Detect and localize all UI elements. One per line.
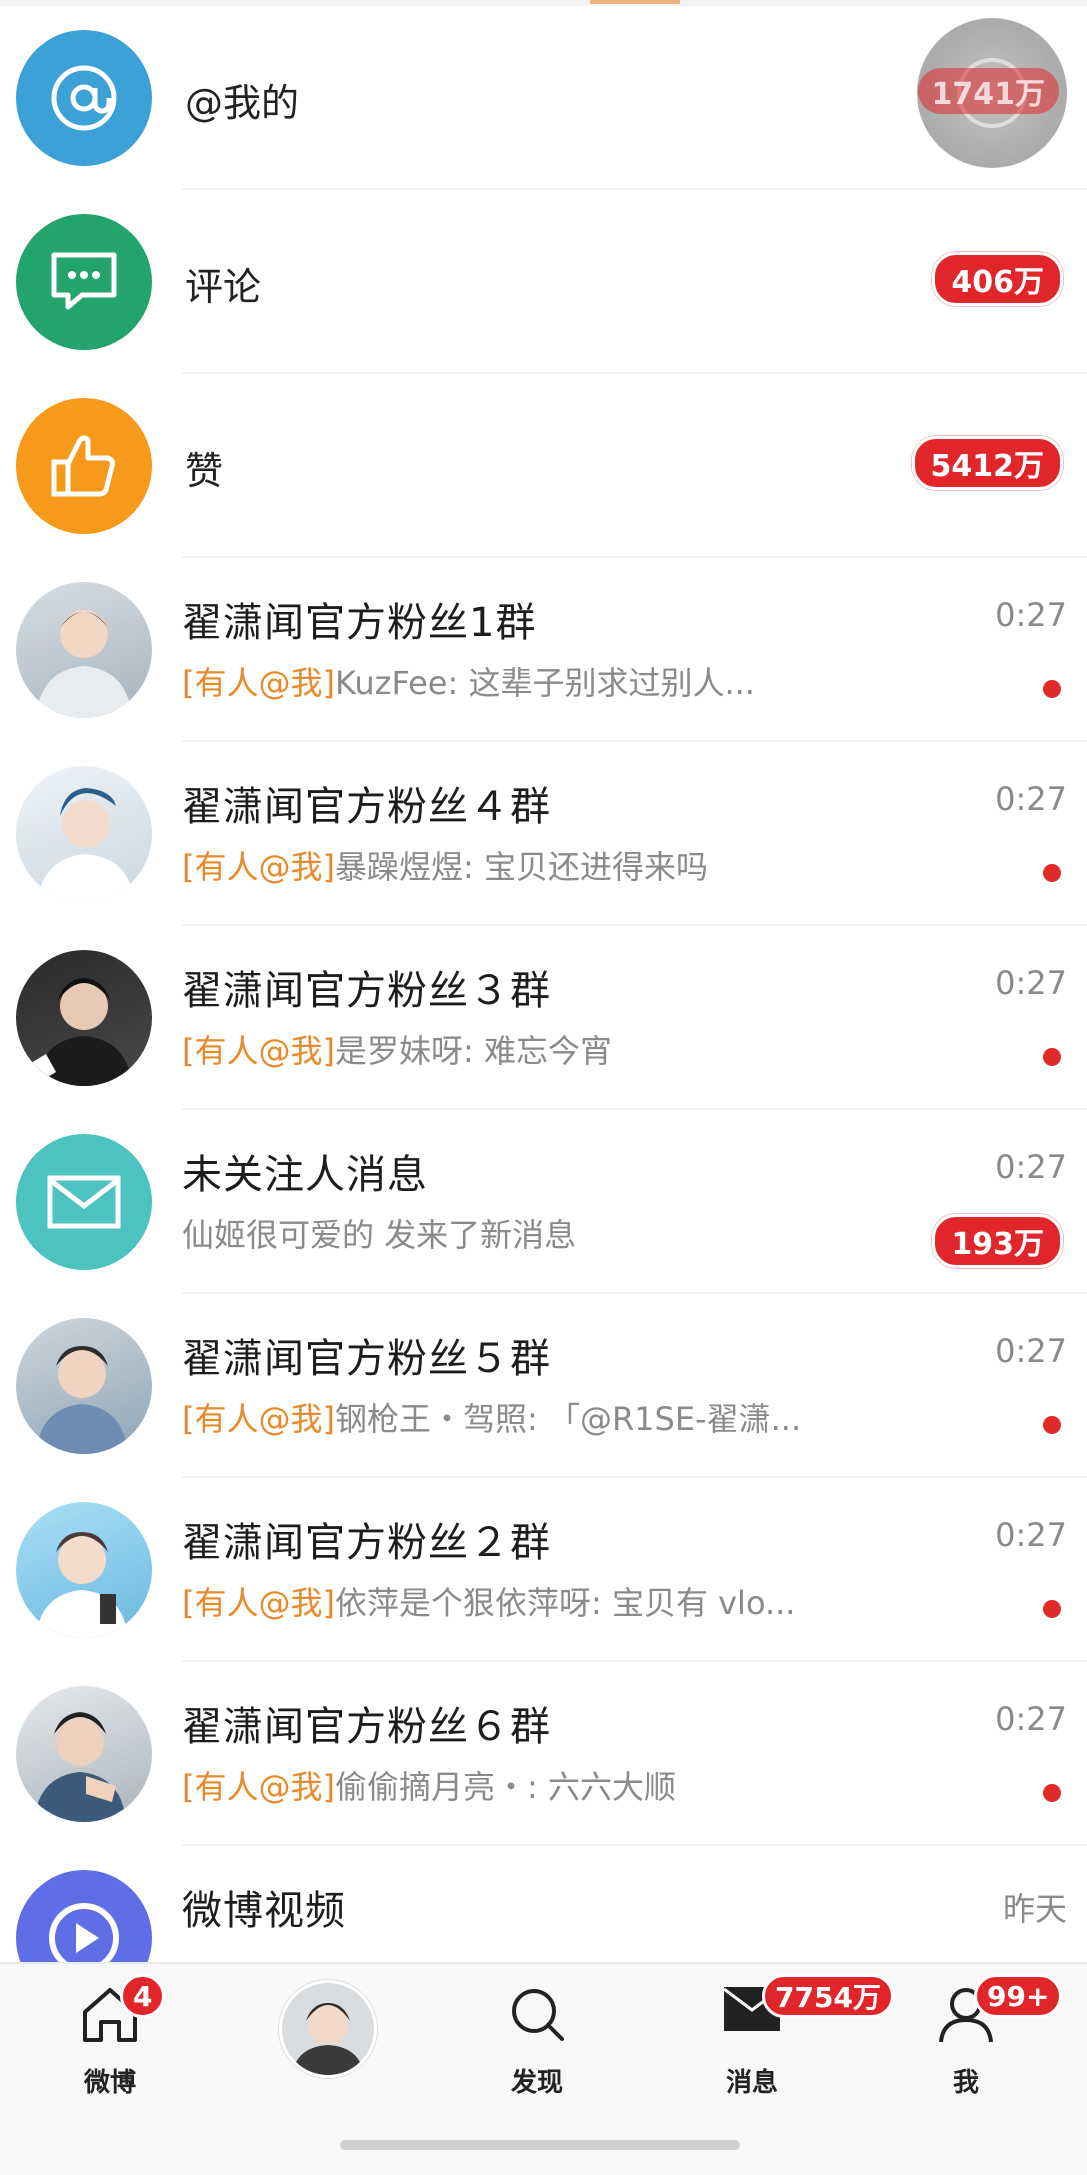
conversation-title: 翟潇闻官方粉丝６群 — [182, 1704, 551, 1750]
avatar[interactable] — [279, 1980, 377, 2078]
mention-tag: [有人@我] — [182, 1584, 335, 1622]
home-badge: 4 — [120, 1974, 166, 2018]
comment-icon — [16, 214, 152, 350]
conversation-row-unfollowed[interactable]: 未关注人消息 0:27 仙姬很可爱的 发来了新消息 193万 — [0, 1110, 1087, 1294]
conversation-preview: [有人@我]暴躁煜煜: 宝贝还进得来吗 — [182, 842, 708, 888]
conversation-time: 0:27 — [995, 964, 1067, 1002]
conversation-preview: [有人@我]钢枪王・驾照: 「@R1SE-翟潇... — [182, 1394, 801, 1440]
unread-dot — [1043, 1600, 1061, 1618]
tab-discover-label: 发现 — [510, 2068, 563, 2098]
conversation-preview: [有人@我]KuzFee: 这辈子别求过别人... — [182, 658, 755, 704]
group-avatar — [16, 1686, 152, 1822]
preview-text: 是罗妹呀: 难忘今宵 — [334, 1032, 612, 1070]
search-icon — [507, 1984, 567, 2048]
comments-badge: 406万 — [932, 252, 1063, 306]
tab-me[interactable]: 我 99+ — [866, 1964, 1066, 2104]
preview-text: 暴躁煜煜: 宝贝还进得来吗 — [334, 848, 708, 886]
comments-row[interactable]: 评论 406万 — [0, 190, 1087, 374]
conversation-time: 0:27 — [995, 780, 1067, 818]
group-avatar — [16, 1502, 152, 1638]
tab-home[interactable]: 微博 4 — [10, 1964, 210, 2104]
tab-discover[interactable]: 发现 — [437, 1964, 637, 2104]
conversation-title: 翟潇闻官方粉丝５群 — [182, 1336, 551, 1382]
mentions-badge: 1741万 — [917, 68, 1059, 114]
unread-dot — [1043, 864, 1061, 882]
tab-messages-label: 消息 — [725, 2068, 778, 2098]
mention-tag: [有人@我] — [182, 664, 335, 702]
conversation-time: 0:27 — [995, 1332, 1067, 1370]
unread-dot — [1043, 680, 1061, 698]
conversation-row[interactable]: 翟潇闻官方粉丝５群 0:27 [有人@我]钢枪王・驾照: 「@R1SE-翟潇..… — [0, 1294, 1087, 1478]
conversation-row[interactable]: 翟潇闻官方粉丝２群 0:27 [有人@我]依萍是个狠依萍呀: 宝贝有 vlo..… — [0, 1478, 1087, 1662]
preview-text: 钢枪王・驾照: 「@R1SE-翟潇... — [334, 1400, 802, 1438]
conversation-row[interactable]: 翟潇闻官方粉丝４群 0:27 [有人@我]暴躁煜煜: 宝贝还进得来吗 — [0, 742, 1087, 926]
comments-label: 评论 — [185, 265, 262, 309]
conversation-title: 翟潇闻官方粉丝４群 — [182, 784, 551, 830]
conversation-time: 0:27 — [995, 1516, 1067, 1554]
conversation-preview: [有人@我]是罗妹呀: 难忘今宵 — [182, 1026, 612, 1072]
tab-home-label: 微博 — [83, 2068, 136, 2098]
tab-indicator — [590, 0, 680, 4]
conversation-preview: 仙姬很可爱的 发来了新消息 — [182, 1216, 577, 1254]
me-badge: 99+ — [974, 1974, 1063, 2018]
mention-tag: [有人@我] — [182, 1400, 335, 1438]
home-indicator[interactable] — [340, 2140, 740, 2150]
tab-messages[interactable]: 消息 7754万 — [652, 1964, 894, 2104]
conversation-row[interactable]: 翟潇闻官方粉丝３群 0:27 [有人@我]是罗妹呀: 难忘今宵 — [0, 926, 1087, 1110]
conversation-time: 昨天 — [1002, 1890, 1067, 1928]
preview-text: 偷偷摘月亮・: 六六大顺 — [334, 1768, 676, 1806]
unread-dot — [1043, 1048, 1061, 1066]
mentions-row[interactable]: @我的 1741万 — [0, 6, 1087, 190]
conversation-preview: [有人@我]依萍是个狠依萍呀: 宝贝有 vlo... — [182, 1578, 795, 1624]
tab-me-label: 我 — [952, 2068, 979, 2098]
conversation-title: 翟潇闻官方粉丝３群 — [182, 968, 551, 1014]
at-icon — [16, 30, 152, 166]
conversation-title: 翟潇闻官方粉丝1群 — [182, 600, 537, 646]
conversation-title: 翟潇闻官方粉丝２群 — [182, 1520, 551, 1566]
conversation-time: 0:27 — [995, 1700, 1067, 1738]
group-avatar — [16, 582, 152, 718]
envelope-icon — [16, 1134, 152, 1270]
conversation-time: 0:27 — [995, 596, 1067, 634]
conversation-row[interactable]: 翟潇闻官方粉丝６群 0:27 [有人@我]偷偷摘月亮・: 六六大顺 — [0, 1662, 1087, 1846]
conversation-preview: [有人@我]偷偷摘月亮・: 六六大顺 — [182, 1762, 676, 1808]
mention-tag: [有人@我] — [182, 1032, 335, 1070]
mention-tag: [有人@我] — [182, 848, 335, 886]
preview-text: 依萍是个狠依萍呀: 宝贝有 vlo... — [334, 1584, 796, 1622]
preview-text: KuzFee: 这辈子别求过别人... — [334, 664, 755, 702]
mention-tag: [有人@我] — [182, 1768, 335, 1806]
unread-dot — [1043, 1416, 1061, 1434]
likes-badge: 5412万 — [911, 436, 1063, 490]
mentions-label: @我的 — [185, 81, 300, 125]
likes-row[interactable]: 赞 5412万 — [0, 374, 1087, 558]
conversation-time: 0:27 — [995, 1148, 1067, 1186]
message-list[interactable]: @我的 1741万 评论 406万 赞 5412万 翟潇闻官方粉丝1群 0:27… — [0, 6, 1087, 2030]
group-avatar — [16, 950, 152, 1086]
conversation-title: 未关注人消息 — [182, 1152, 428, 1198]
likes-label: 赞 — [185, 449, 224, 493]
unread-dot — [1043, 1784, 1061, 1802]
thumbs-up-icon — [16, 398, 152, 534]
conversation-row[interactable]: 翟潇闻官方粉丝1群 0:27 [有人@我]KuzFee: 这辈子别求过别人... — [0, 558, 1087, 742]
group-avatar — [16, 1318, 152, 1454]
unread-badge: 193万 — [932, 1214, 1063, 1268]
conversation-title: 微博视频 — [182, 1888, 346, 1934]
group-avatar — [16, 766, 152, 902]
